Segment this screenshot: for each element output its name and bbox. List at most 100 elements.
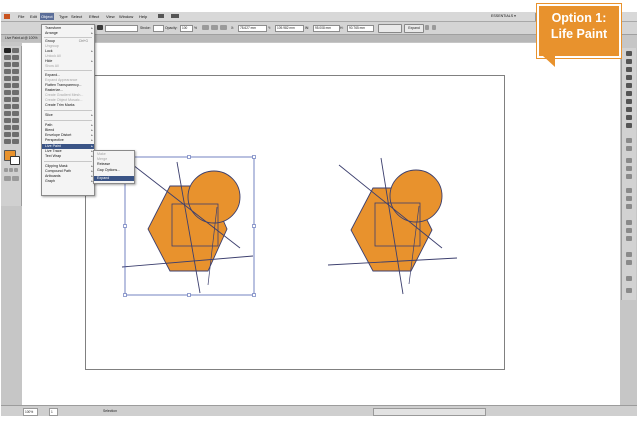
free-transform-tool-icon[interactable] — [12, 97, 19, 102]
magic-wand-panel-icon[interactable] — [626, 288, 632, 293]
artboard-number-field[interactable]: 1 — [49, 408, 58, 416]
bridge-icon[interactable] — [158, 14, 164, 18]
draw-normal-icon[interactable] — [4, 176, 11, 181]
graphic-styles-panel-icon[interactable] — [626, 123, 632, 128]
graph-tool-icon[interactable] — [12, 125, 19, 130]
artboards-panel-icon[interactable] — [626, 146, 632, 151]
zoom-tool-icon[interactable] — [12, 139, 19, 144]
gradient-panel-icon[interactable] — [626, 99, 632, 104]
appearance-panel-icon[interactable] — [626, 115, 632, 120]
brushes-panel-icon[interactable] — [626, 75, 632, 80]
transform-icon[interactable] — [425, 25, 429, 30]
gradient-mode-icon[interactable] — [9, 168, 13, 172]
menu-file[interactable]: File — [18, 14, 24, 19]
navigator-panel-icon[interactable] — [626, 228, 632, 233]
merge-button[interactable] — [378, 24, 402, 33]
rectangle-tool-icon[interactable] — [12, 69, 19, 74]
color-guide-panel-icon[interactable] — [626, 59, 632, 64]
menu-help[interactable]: Help — [139, 14, 147, 19]
zoom-field[interactable]: 100% — [23, 408, 38, 416]
actions-panel-icon[interactable] — [626, 252, 632, 257]
menu-item-text-wrap[interactable]: Text Wrap▸ — [42, 154, 94, 159]
menu-view[interactable]: View — [106, 14, 115, 19]
hand-tool-icon[interactable] — [4, 139, 11, 144]
screen-mode-icon[interactable] — [12, 176, 19, 181]
character-panel-icon[interactable] — [626, 158, 632, 163]
menu-item-graph[interactable]: Graph▸ — [42, 179, 94, 184]
selection-tool-icon[interactable] — [4, 48, 11, 53]
symbol-sprayer-tool-icon[interactable] — [4, 125, 11, 130]
expand-button[interactable]: Expand — [404, 24, 424, 33]
symbols-panel-icon[interactable] — [626, 83, 632, 88]
transform-panel-icon[interactable] — [626, 188, 632, 193]
submenu-item-gap-options[interactable]: Gap Options... — [94, 168, 134, 173]
gradient-tool-icon[interactable] — [12, 111, 19, 116]
menu-edit[interactable]: Edit — [30, 14, 37, 19]
pathfinder-panel-icon[interactable] — [626, 204, 632, 209]
panel-menu-icon[interactable] — [432, 25, 436, 30]
pen-tool-icon[interactable] — [4, 62, 11, 67]
direct-selection-tool-icon[interactable] — [12, 48, 19, 53]
attributes-panel-icon[interactable] — [626, 260, 632, 265]
rotate-tool-icon[interactable] — [4, 90, 11, 95]
menu-type[interactable]: Type — [59, 14, 68, 19]
menu-item-arrange[interactable]: Arrange ▸ — [42, 31, 94, 36]
slice-tool-icon[interactable] — [12, 132, 19, 137]
menu-item-slice[interactable]: Slice ▸ — [42, 113, 94, 118]
y-field[interactable]: 109.982 mm — [275, 25, 304, 32]
line-tool-icon[interactable] — [4, 69, 11, 74]
eraser-tool-icon[interactable] — [12, 83, 19, 88]
menu-object[interactable]: Object — [40, 13, 54, 20]
paragraph-panel-icon[interactable] — [626, 166, 632, 171]
menu-effect[interactable]: Effect — [89, 14, 99, 19]
recolor-icon[interactable] — [211, 25, 218, 30]
info-panel-icon[interactable] — [626, 236, 632, 241]
links-panel-icon[interactable] — [626, 220, 632, 225]
align-panel-icon[interactable] — [626, 196, 632, 201]
color-panel-icon[interactable] — [626, 51, 632, 56]
menu-item-show-all[interactable]: Show All — [42, 64, 94, 69]
artboard-tool-icon[interactable] — [4, 132, 11, 137]
menu-item-create-trim-marks[interactable]: Create Trim Marks — [42, 103, 94, 108]
fill-swatch[interactable] — [97, 25, 103, 30]
shape-builder-tool-icon[interactable] — [4, 104, 11, 109]
eyedropper-tool-icon[interactable] — [4, 118, 11, 123]
document-info-panel-icon[interactable] — [626, 276, 632, 281]
none-mode-icon[interactable] — [14, 168, 18, 172]
opentype-panel-icon[interactable] — [626, 174, 632, 179]
magic-wand-tool-icon[interactable] — [4, 55, 11, 60]
width-field[interactable]: 95.008 mm — [313, 25, 340, 32]
paintbrush-tool-icon[interactable] — [4, 76, 11, 81]
menu-item-perspective[interactable]: Perspective ▸ — [42, 138, 94, 143]
blob-brush-tool-icon[interactable] — [4, 83, 11, 88]
swatches-panel-icon[interactable] — [626, 67, 632, 72]
submenu-item-release[interactable]: Release — [94, 162, 134, 167]
brush-definition-dropdown[interactable] — [105, 25, 138, 32]
lasso-tool-icon[interactable] — [12, 55, 19, 60]
height-field[interactable]: 90.765 mm — [347, 25, 374, 32]
layers-panel-icon[interactable] — [626, 138, 632, 143]
perspective-grid-tool-icon[interactable] — [12, 104, 19, 109]
mesh-tool-icon[interactable] — [4, 111, 11, 116]
opacity-field[interactable]: 100 — [180, 25, 193, 32]
document-tab[interactable]: Live Paint.ai @ 100% — [1, 35, 45, 42]
menu-select[interactable]: Select — [71, 14, 82, 19]
width-tool-icon[interactable] — [4, 97, 11, 102]
type-tool-icon[interactable] — [12, 62, 19, 67]
arrange-documents-icon[interactable] — [171, 14, 179, 18]
submenu-item-expand[interactable]: Expand — [94, 176, 134, 181]
stroke-panel-icon[interactable] — [626, 91, 632, 96]
transparency-panel-icon[interactable] — [626, 107, 632, 112]
style-swatch-icon[interactable] — [202, 25, 209, 30]
workspace-switcher[interactable]: ESSENTIALS ▾ — [491, 14, 516, 18]
stroke-color-swatch[interactable] — [10, 156, 20, 165]
color-mode-icon[interactable] — [4, 168, 8, 172]
menu-window[interactable]: Window — [119, 14, 133, 19]
x-field[interactable]: 78.627 mm — [238, 25, 267, 32]
horizontal-scrollbar[interactable] — [373, 408, 486, 416]
scale-tool-icon[interactable] — [12, 90, 19, 95]
pencil-tool-icon[interactable] — [12, 76, 19, 81]
stroke-weight-field[interactable] — [153, 25, 164, 32]
blend-tool-icon[interactable] — [12, 118, 19, 123]
align-icon[interactable] — [220, 25, 227, 30]
